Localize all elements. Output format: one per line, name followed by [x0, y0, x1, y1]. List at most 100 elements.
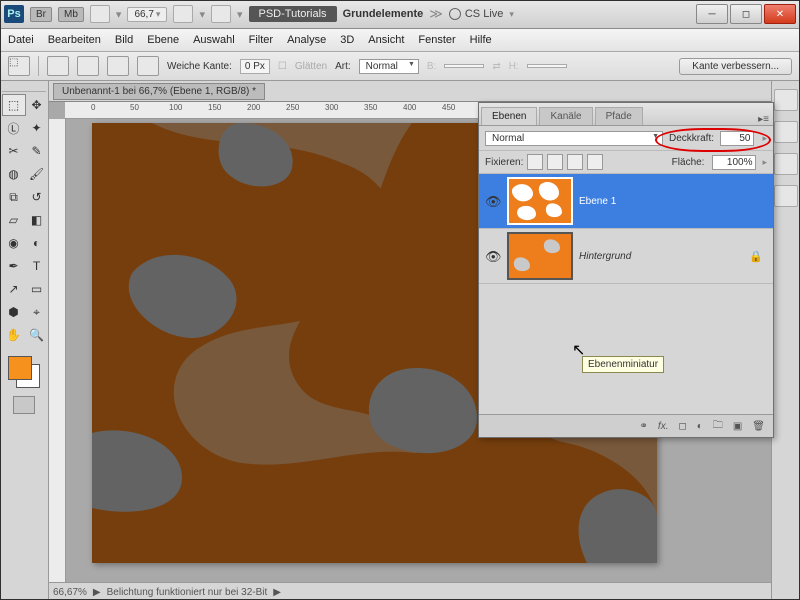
tool-stamp[interactable]: ⧉ [2, 186, 26, 208]
color-swatches[interactable] [6, 354, 42, 390]
quickmask-toggle[interactable] [13, 396, 35, 414]
tooltip: Ebenenminiatur [582, 356, 664, 373]
tool-lasso[interactable]: Ⓛ [2, 117, 26, 139]
marquee-add-icon[interactable] [77, 56, 99, 76]
tool-3d[interactable]: ⬢ [2, 301, 26, 323]
menu-analyse[interactable]: Analyse [287, 34, 326, 46]
screenmode-icon[interactable] [90, 5, 110, 23]
tool-history[interactable]: ↺ [25, 186, 49, 208]
marquee-rect-icon[interactable] [47, 56, 69, 76]
fg-color-swatch[interactable] [8, 356, 32, 380]
width-label: B: [427, 61, 436, 72]
panel-icon-1[interactable] [774, 89, 798, 111]
tool-hand[interactable]: ✋ [2, 324, 26, 346]
layer-row[interactable]: 👁 Hintergrund 🔒 [479, 229, 773, 284]
menu-fenster[interactable]: Fenster [418, 34, 455, 46]
close-button[interactable]: ✕ [764, 4, 796, 24]
extras-icon[interactable] [211, 5, 231, 23]
blendmode-select[interactable]: Normal [485, 131, 663, 146]
tool-preset-icon[interactable]: ⬚ [8, 56, 30, 76]
status-zoom[interactable]: 66,67% [53, 587, 87, 598]
tool-3dcam[interactable]: ⌖ [25, 301, 49, 323]
tab-kanaele[interactable]: Kanäle [539, 107, 592, 125]
cslive-icon [449, 8, 461, 20]
link-layers-icon[interactable]: ⚭ [640, 421, 648, 432]
menu-bearbeiten[interactable]: Bearbeiten [48, 34, 101, 46]
menu-hilfe[interactable]: Hilfe [470, 34, 492, 46]
layers-footer: ⚭ fx. ◻ ◐ 🗀 ▣ 🗑 [479, 414, 773, 437]
group-icon[interactable]: 🗀 [713, 418, 723, 435]
panel-icon-3[interactable] [774, 153, 798, 175]
layer-name[interactable]: Hintergrund [579, 251, 631, 262]
menu-3d[interactable]: 3D [340, 34, 354, 46]
panel-icon-4[interactable] [774, 185, 798, 207]
feather-input[interactable]: 0 Px [240, 59, 270, 74]
trash-icon[interactable]: 🗑 [752, 421, 765, 432]
layer-thumbnail[interactable] [507, 177, 573, 225]
menu-bild[interactable]: Bild [115, 34, 133, 46]
lock-pos-icon[interactable] [567, 154, 583, 170]
visibility-icon[interactable]: 👁 [485, 249, 499, 263]
minibridge-chip[interactable]: Mb [58, 7, 84, 22]
opacity-input[interactable]: 50 [720, 131, 754, 146]
tool-move[interactable]: ✥ [25, 94, 49, 116]
fx-icon[interactable]: fx. [658, 421, 669, 432]
tool-marquee[interactable]: ⬚ [2, 94, 26, 116]
tool-blur[interactable]: ◉ [2, 232, 26, 254]
tool-heal[interactable]: ◍ [2, 163, 26, 185]
mask-icon[interactable]: ◻ [678, 421, 686, 432]
tool-eyedrop[interactable]: ✎ [25, 140, 49, 162]
refine-edge-button[interactable]: Kante verbessern... [679, 58, 792, 75]
opacity-slider-arrow[interactable]: ▸ [762, 133, 767, 144]
new-layer-icon[interactable]: ▣ [733, 421, 742, 432]
app-logo: Ps [4, 5, 24, 23]
minimize-button[interactable]: ─ [696, 4, 728, 24]
menu-ansicht[interactable]: Ansicht [368, 34, 404, 46]
arrange-icon[interactable] [173, 5, 193, 23]
document-tab[interactable]: Unbenannt-1 bei 66,7% (Ebene 1, RGB/8) * [53, 83, 265, 100]
panel-menu-icon[interactable]: ▸≡ [758, 114, 769, 125]
fill-input[interactable]: 100% [712, 155, 756, 170]
layer-name[interactable]: Ebene 1 [579, 196, 616, 207]
zoom-field[interactable]: 66,7▾ [127, 7, 167, 22]
marquee-int-icon[interactable] [137, 56, 159, 76]
style-select[interactable]: Normal [359, 59, 419, 74]
tool-gradient[interactable]: ◧ [25, 209, 49, 231]
lock-icon: 🔒 [749, 250, 763, 263]
layer-thumbnail[interactable] [507, 232, 573, 280]
menu-ebene[interactable]: Ebene [147, 34, 179, 46]
lock-all-icon[interactable] [587, 154, 603, 170]
fill-slider-arrow[interactable]: ▸ [762, 157, 767, 168]
tool-dodge[interactable]: ◐ [25, 232, 49, 254]
tool-brush[interactable]: 🖌 [25, 163, 49, 185]
lock-pixel-icon[interactable] [547, 154, 563, 170]
menu-filter[interactable]: Filter [249, 34, 273, 46]
lock-trans-icon[interactable] [527, 154, 543, 170]
tab-ebenen[interactable]: Ebenen [481, 107, 537, 125]
cslive-button[interactable]: CS Live▾ [449, 8, 514, 20]
workspace-chip[interactable]: PSD-Tutorials [249, 6, 337, 22]
tool-path[interactable]: ↗ [2, 278, 26, 300]
visibility-icon[interactable]: 👁 [485, 194, 499, 208]
maximize-button[interactable]: ◻ [730, 4, 762, 24]
workspace-name[interactable]: Grundelemente [343, 8, 424, 20]
menu-datei[interactable]: Datei [8, 34, 34, 46]
tool-pen[interactable]: ✒ [2, 255, 26, 277]
tool-zoom[interactable]: 🔍 [25, 324, 49, 346]
tool-eraser[interactable]: ▱ [2, 209, 26, 231]
style-label: Art: [335, 61, 351, 72]
panel-icon-2[interactable] [774, 121, 798, 143]
adjustment-icon[interactable]: ◐ [697, 421, 703, 432]
bridge-chip[interactable]: Br [30, 7, 52, 22]
tool-wand[interactable]: ✦ [25, 117, 49, 139]
tab-pfade[interactable]: Pfade [595, 107, 643, 125]
marquee-sub-icon[interactable] [107, 56, 129, 76]
tools-grip[interactable] [2, 83, 46, 92]
menu-bar: Datei Bearbeiten Bild Ebene Auswahl Filt… [0, 29, 800, 52]
tool-text[interactable]: T [25, 255, 49, 277]
layer-row[interactable]: 👁 Ebene 1 [479, 174, 773, 229]
tool-crop[interactable]: ✂ [2, 140, 26, 162]
tool-shape[interactable]: ▭ [25, 278, 49, 300]
menu-auswahl[interactable]: Auswahl [193, 34, 235, 46]
ruler-vertical[interactable] [49, 119, 66, 582]
